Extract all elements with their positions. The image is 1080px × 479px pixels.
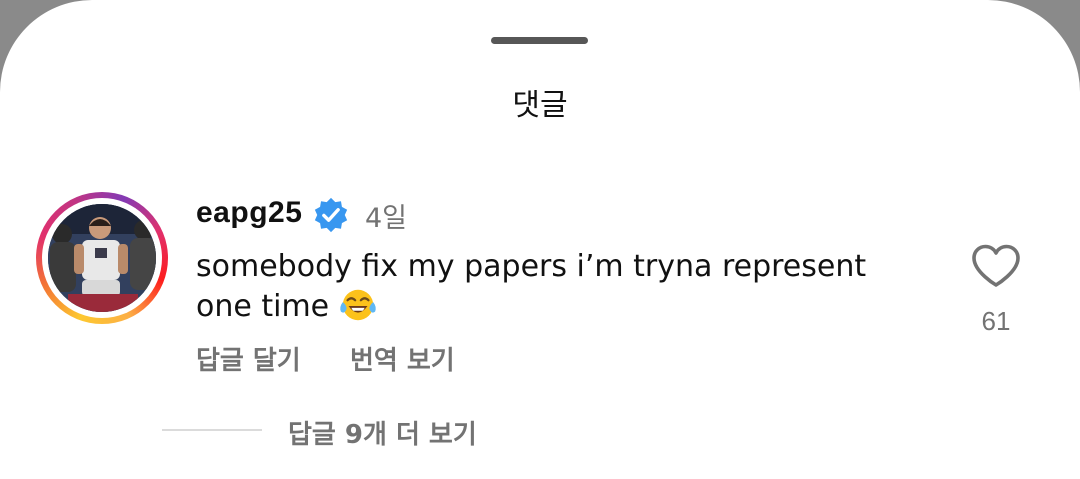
comment-username[interactable]: eapg25 [196,196,302,230]
translate-button[interactable]: 번역 보기 [350,340,455,377]
like-count: 61 [981,306,1011,336]
comments-sheet: 댓글 eapg25 4일 somebody fix my papers i’m … [0,0,1080,479]
comment-text: somebody fix my papers i’m tryna represe… [196,249,867,324]
reply-button[interactable]: 답글 달기 [196,340,301,377]
avatar-photo-icon [48,204,156,312]
comment-timestamp: 4일 [365,203,408,234]
view-more-replies-button[interactable]: 답글 9개 더 보기 [288,414,477,451]
heart-outline-icon[interactable] [970,243,1022,289]
avatar-story-ring[interactable] [36,192,168,324]
sheet-title: 댓글 [512,88,568,123]
avatar[interactable] [48,204,156,312]
verified-badge-icon [314,197,348,233]
drag-handle[interactable] [491,37,588,44]
face-with-tears-of-joy-icon [339,289,376,321]
replies-divider [162,429,262,431]
comment-body: somebody fix my papers i’m tryna represe… [196,248,916,326]
